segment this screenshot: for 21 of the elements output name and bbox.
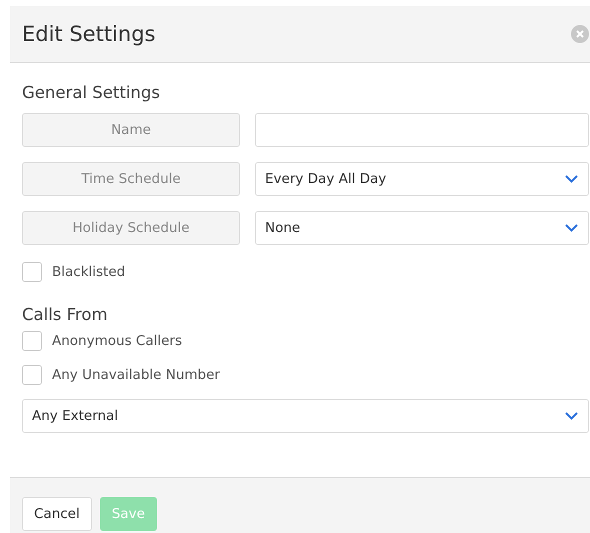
close-icon[interactable] xyxy=(571,25,589,43)
field-label: Time Schedule xyxy=(22,162,240,196)
section-heading: General Settings xyxy=(22,83,161,102)
dialog-title: Edit Settings xyxy=(22,22,156,46)
cancel-button[interactable]: Cancel xyxy=(22,497,92,531)
checkbox[interactable] xyxy=(22,365,42,385)
chevron-down-icon xyxy=(565,175,578,183)
checkbox[interactable] xyxy=(22,262,42,282)
checkbox-label: Any Unavailable Number xyxy=(52,367,220,383)
field-label: Name xyxy=(22,113,240,147)
chevron-down-icon xyxy=(565,224,578,232)
input-field[interactable] xyxy=(255,113,589,147)
select-field[interactable]: Any External xyxy=(22,399,589,433)
checkbox-label: Anonymous Callers xyxy=(52,333,182,349)
section-heading: Calls From xyxy=(22,305,109,324)
select-field[interactable]: None xyxy=(255,211,589,245)
checkbox[interactable] xyxy=(22,331,42,351)
checkbox-label: Blacklisted xyxy=(52,264,126,280)
select-field[interactable]: Every Day All Day xyxy=(255,162,589,196)
chevron-down-icon xyxy=(565,412,578,420)
field-label: Holiday Schedule xyxy=(22,211,240,245)
